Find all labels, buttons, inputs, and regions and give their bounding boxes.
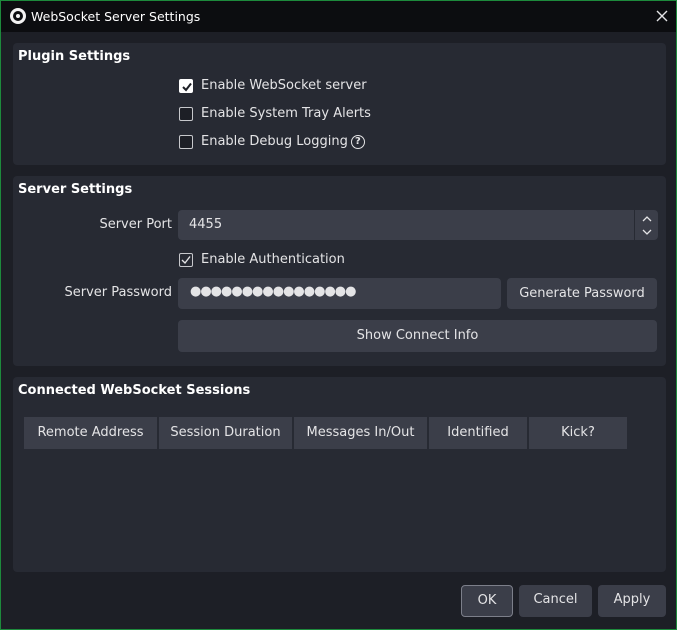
- apply-button[interactable]: Apply: [598, 585, 666, 617]
- obs-logo-icon: [10, 8, 26, 24]
- server-password-label: Server Password: [64, 285, 173, 300]
- plugin-settings-panel: Plugin Settings Enable WebSocket server …: [13, 43, 666, 165]
- chevron-up-icon[interactable]: [641, 213, 653, 223]
- server-port-value: 4455: [189, 217, 223, 232]
- debug-logging-row[interactable]: Enable Debug Logging ?: [179, 134, 365, 149]
- server-settings-panel: Server Settings Server Port 4455 Enable …: [13, 176, 666, 366]
- column-remote-address[interactable]: Remote Address: [24, 417, 157, 449]
- chevron-down-icon[interactable]: [641, 226, 653, 236]
- column-session-duration[interactable]: Session Duration: [159, 417, 292, 449]
- ok-button[interactable]: OK: [461, 585, 513, 617]
- server-password-input[interactable]: ●●●●●●●●●●●●●●●●: [178, 278, 501, 309]
- sessions-panel: Connected WebSocket Sessions Remote Addr…: [13, 377, 666, 572]
- sessions-title: Connected WebSocket Sessions: [18, 383, 251, 398]
- tray-alerts-checkbox[interactable]: [179, 106, 193, 121]
- enable-server-label: Enable WebSocket server: [201, 78, 367, 93]
- debug-logging-label: Enable Debug Logging: [201, 134, 348, 149]
- tray-alerts-row[interactable]: Enable System Tray Alerts: [179, 106, 371, 121]
- tray-alerts-label: Enable System Tray Alerts: [201, 106, 371, 121]
- enable-auth-label: Enable Authentication: [201, 252, 345, 267]
- title-bar: WebSocket Server Settings: [1, 1, 676, 32]
- server-password-value: ●●●●●●●●●●●●●●●●: [190, 284, 356, 299]
- close-icon[interactable]: [652, 6, 672, 26]
- column-identified[interactable]: Identified: [429, 417, 527, 449]
- settings-dialog: WebSocket Server Settings Plugin Setting…: [0, 0, 677, 630]
- window-title: WebSocket Server Settings: [31, 9, 201, 24]
- cancel-button[interactable]: Cancel: [519, 585, 592, 617]
- enable-server-row[interactable]: Enable WebSocket server: [179, 78, 367, 93]
- column-messages[interactable]: Messages In/Out: [294, 417, 427, 449]
- enable-server-checkbox[interactable]: [179, 78, 193, 93]
- server-port-label: Server Port: [99, 217, 172, 232]
- help-icon[interactable]: ?: [350, 134, 365, 149]
- port-spinner[interactable]: [634, 210, 658, 240]
- server-settings-title: Server Settings: [18, 182, 133, 197]
- show-connect-info-button[interactable]: Show Connect Info: [178, 320, 657, 352]
- enable-auth-row[interactable]: Enable Authentication: [179, 252, 345, 267]
- plugin-settings-title: Plugin Settings: [18, 49, 131, 64]
- debug-logging-checkbox[interactable]: [179, 134, 193, 149]
- enable-auth-checkbox[interactable]: [179, 252, 193, 267]
- server-port-input[interactable]: 4455: [178, 210, 658, 240]
- column-kick[interactable]: Kick?: [529, 417, 627, 449]
- generate-password-button[interactable]: Generate Password: [507, 278, 657, 309]
